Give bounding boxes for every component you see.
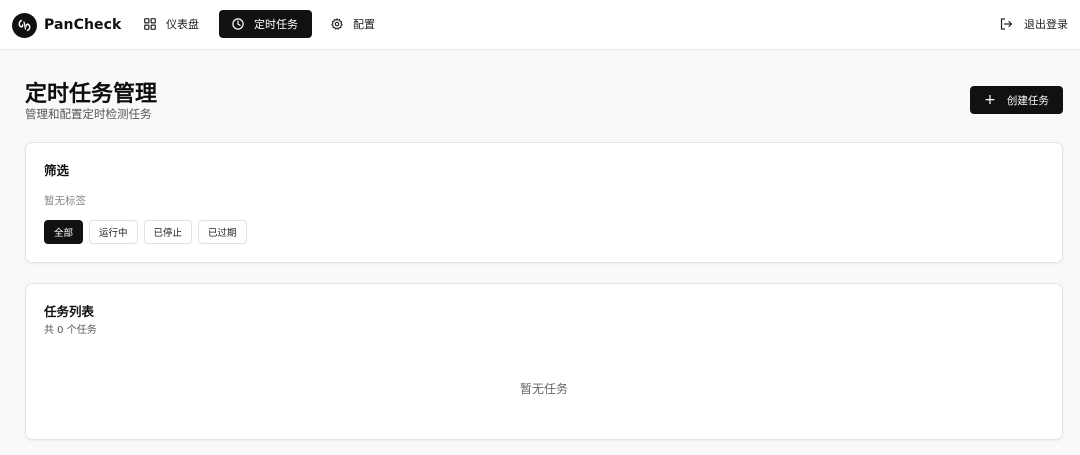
nav-item-dashboard[interactable]: 仪表盘	[131, 10, 211, 38]
task-count: 共 0 个任务	[44, 325, 97, 336]
filter-card: 筛选 暂无标签 全部 运行中 已停止 已过期	[25, 142, 1063, 263]
status-filter-group: 全部 运行中 已停止 已过期	[44, 220, 247, 244]
nav-item-label: 定时任务	[254, 18, 298, 31]
top-nav-bar: PanCheck 仪表盘 定时任务 配置 退出登录	[0, 0, 1080, 50]
page-subtitle: 管理和配置定时检测任务	[25, 107, 152, 121]
filter-title: 筛选	[44, 163, 70, 178]
nav-item-settings[interactable]: 配置	[318, 10, 387, 38]
task-list-title: 任务列表	[44, 304, 95, 319]
empty-state-text: 暂无任务	[519, 382, 568, 396]
nav-item-label: 仪表盘	[166, 18, 199, 31]
gear-icon	[330, 17, 344, 31]
clock-icon	[231, 17, 245, 31]
filter-chip-expired[interactable]: 已过期	[198, 220, 247, 244]
logout-label: 退出登录	[1024, 18, 1068, 31]
filter-chip-stopped[interactable]: 已停止	[143, 220, 193, 244]
logout-icon	[1000, 17, 1014, 31]
app-name: PanCheck	[44, 17, 122, 33]
no-tags-text: 暂无标签	[44, 195, 86, 207]
filter-chip-running[interactable]: 运行中	[89, 220, 138, 244]
task-list-card: 任务列表 共 0 个任务 暂无任务	[25, 283, 1063, 440]
brand[interactable]: PanCheck	[12, 12, 121, 38]
dashboard-icon	[143, 17, 157, 31]
create-task-label: 创建任务	[1006, 94, 1049, 107]
page-title: 定时任务管理	[25, 82, 158, 107]
logo-icon	[12, 12, 37, 38]
create-task-button[interactable]: + 创建任务	[970, 86, 1063, 114]
nav-item-scheduled-tasks[interactable]: 定时任务	[219, 10, 312, 38]
logout-button[interactable]: 退出登录	[1000, 10, 1068, 38]
filter-chip-all[interactable]: 全部	[44, 220, 84, 244]
plus-icon: +	[984, 91, 996, 108]
nav-item-label: 配置	[353, 18, 375, 31]
